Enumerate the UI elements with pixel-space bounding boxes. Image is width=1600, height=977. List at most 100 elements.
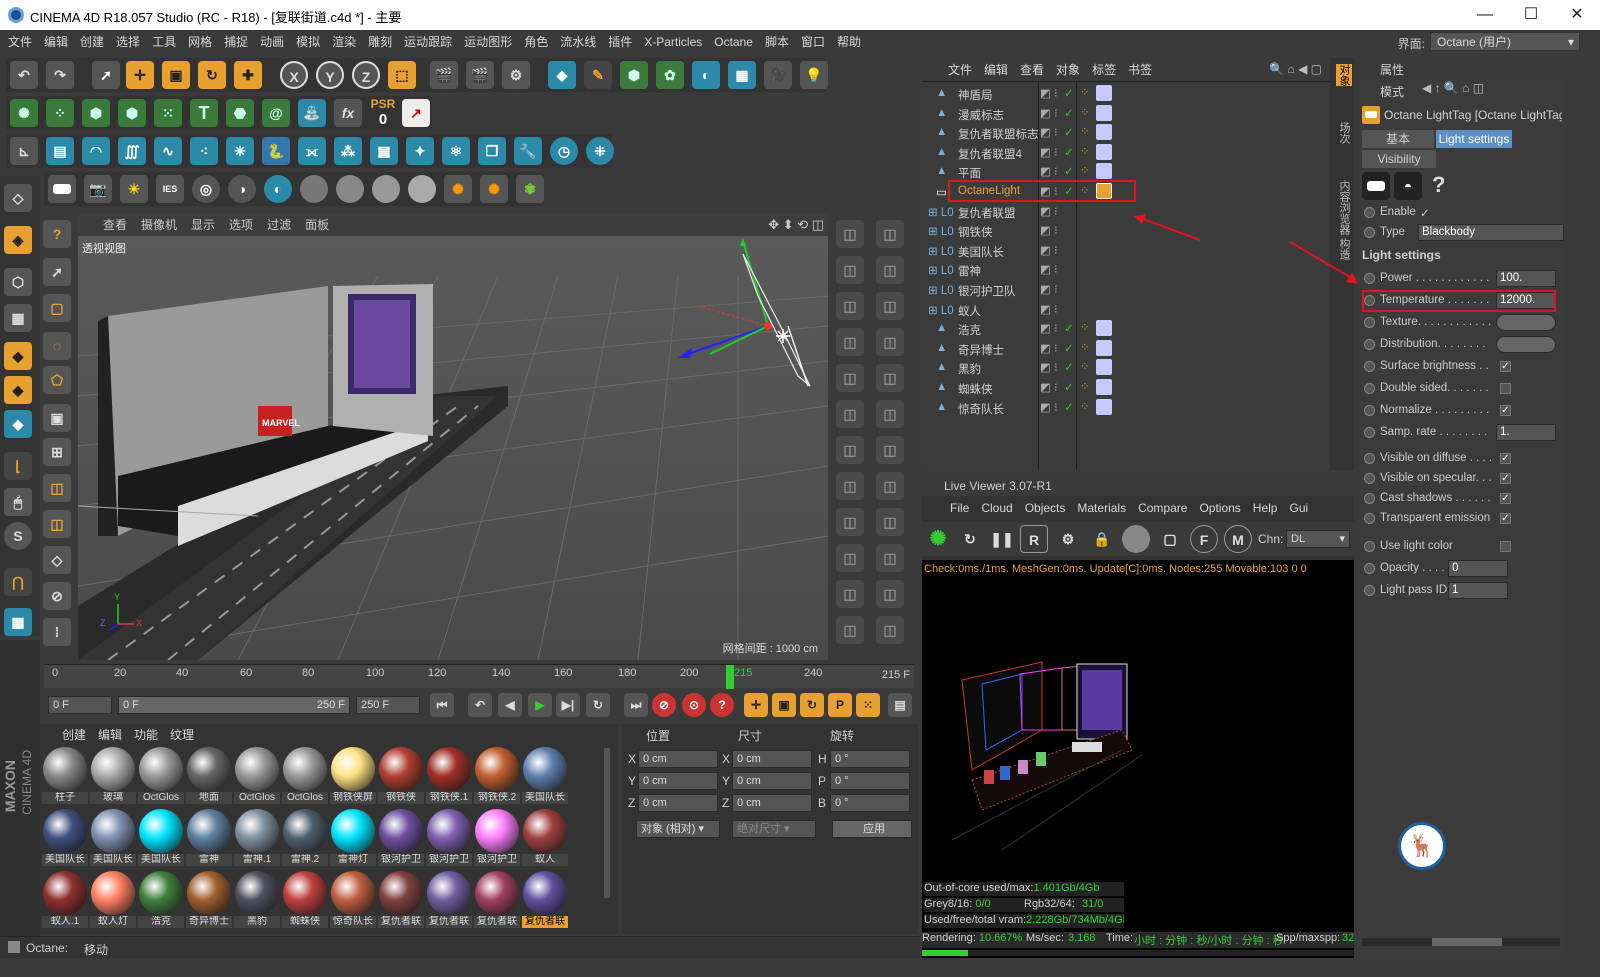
boxes-icon[interactable]: ❒ xyxy=(478,137,506,165)
keyframe-radio-icon[interactable] xyxy=(1364,541,1375,552)
keyframe-radio-icon[interactable] xyxy=(1364,427,1375,438)
x-axis-lock-icon[interactable]: X xyxy=(280,61,308,89)
end-frame-field[interactable]: 250 F xyxy=(356,696,420,714)
octane-halfsphere-icon[interactable]: ◑ xyxy=(228,175,256,203)
tab-basic[interactable]: 基本 xyxy=(1362,130,1434,148)
menu-item[interactable]: 渲染 xyxy=(326,30,362,54)
visibility-toggle-icon[interactable]: ◩ ⁝ xyxy=(1040,262,1058,276)
position-field[interactable]: 0 cm xyxy=(638,750,718,768)
scale-icon[interactable]: ▣ xyxy=(162,61,190,89)
skinner-icon[interactable]: ⬣ xyxy=(226,99,254,127)
enabled-check-icon[interactable]: ✓ xyxy=(1064,164,1074,178)
start-frame-field[interactable]: 0 F xyxy=(48,696,112,714)
generator-icon[interactable]: ⬢ xyxy=(118,99,146,127)
spline-icon[interactable]: ∿ xyxy=(154,137,182,165)
material-swatch[interactable]: 美国队长 xyxy=(138,808,184,866)
render-picture-viewer-icon[interactable]: 🎬 xyxy=(466,61,494,89)
live-viewer-menu-item[interactable]: Objects xyxy=(1019,500,1072,516)
paint-icon[interactable]: ◫ xyxy=(876,220,904,248)
material-scrollbar[interactable] xyxy=(604,748,610,898)
channel-dropdown[interactable]: DL ▾ xyxy=(1286,530,1350,548)
select-arrow-icon[interactable]: ➚ xyxy=(92,61,120,89)
viewport-menu-item[interactable]: 过滤 xyxy=(260,214,298,236)
molecule-icon[interactable]: ⚛ xyxy=(442,137,470,165)
material-menu-item[interactable]: 创建 xyxy=(56,726,92,744)
rotate-icon[interactable]: ↻ xyxy=(198,61,226,89)
viewport-menu-item[interactable]: 查看 xyxy=(96,214,134,236)
menu-item[interactable]: 插件 xyxy=(602,30,638,54)
spotlight-icon[interactable]: ✦ xyxy=(406,137,434,165)
material-swatch[interactable]: 雷神.1 xyxy=(234,808,280,866)
material-swatch[interactable]: 奇异博士 xyxy=(186,870,232,928)
tool-y-icon[interactable]: ◫ xyxy=(876,616,904,644)
material-swatch[interactable]: 雷神灯 xyxy=(330,808,376,866)
attr-nav-icons[interactable]: ◀ ↑ 🔍 ⌂ ◫ xyxy=(1422,81,1484,95)
keyframe-radio-icon[interactable] xyxy=(1364,563,1375,574)
goto-end-icon[interactable]: ⏭ xyxy=(624,693,648,717)
material-pick-icon[interactable]: M xyxy=(1224,525,1252,553)
size-field[interactable]: 0 cm xyxy=(732,750,812,768)
octane-ies-light-icon[interactable]: IES xyxy=(156,175,184,203)
object-search-icon[interactable]: 🔍 ⌂ ◀ ▢ xyxy=(1269,62,1322,76)
sculpt-icon[interactable]: ◫ xyxy=(876,400,904,428)
attribute-checkbox[interactable] xyxy=(1500,383,1511,394)
material-tag-icon[interactable]: ⁘ xyxy=(1080,359,1090,373)
attribute-checkbox[interactable]: ✓ xyxy=(1500,405,1511,416)
live-viewer-menu-item[interactable]: Compare xyxy=(1132,500,1193,516)
texture-tag-icon[interactable] xyxy=(1096,320,1112,337)
camera-icon[interactable]: 🎥 xyxy=(764,61,792,89)
bridge-icon[interactable]: ◇ xyxy=(43,546,71,574)
visibility-toggle-icon[interactable]: ◩ ⁝ xyxy=(1040,282,1058,296)
viewport-menu-item[interactable]: 选项 xyxy=(222,214,260,236)
texture-tag-icon[interactable] xyxy=(1096,398,1112,415)
menu-item[interactable]: 雕刻 xyxy=(362,30,398,54)
keyframe-radio-icon[interactable] xyxy=(1364,453,1375,464)
keyframe-icon[interactable]: ? xyxy=(710,693,734,717)
enabled-check-icon[interactable]: ✓ xyxy=(1064,106,1074,120)
menu-item[interactable]: 选择 xyxy=(110,30,146,54)
redo-icon[interactable]: ↷ xyxy=(46,61,74,89)
visibility-toggle-icon[interactable]: ◩ ⁝ xyxy=(1040,380,1058,394)
close-button[interactable]: ✕ xyxy=(1554,0,1600,30)
keyframe-radio-icon[interactable] xyxy=(1364,493,1375,504)
texture-tag-icon[interactable] xyxy=(1096,104,1112,121)
prev-frame-icon[interactable]: ◀ xyxy=(498,693,522,717)
focus-pick-icon[interactable]: F xyxy=(1190,525,1218,553)
render-view-icon[interactable]: 🎬 xyxy=(430,61,458,89)
polygons-mode-icon[interactable]: ◆ xyxy=(4,410,32,438)
material-menu-item[interactable]: 编辑 xyxy=(92,726,128,744)
timeline-window-icon[interactable]: ▤ xyxy=(888,693,912,717)
attribute-checkbox[interactable]: ✓ xyxy=(1500,513,1511,524)
live-viewer-menu-item[interactable]: Materials xyxy=(1071,500,1132,516)
enabled-check-icon[interactable]: ✓ xyxy=(1064,86,1074,100)
xp-menu-icon[interactable]: ↗ xyxy=(402,99,430,127)
menu-item[interactable]: 编辑 xyxy=(38,30,74,54)
enabled-check-icon[interactable]: ✓ xyxy=(1064,400,1074,414)
material-swatch[interactable]: 复仇者联 xyxy=(426,870,472,928)
sprite-icon[interactable]: ⛲ xyxy=(298,99,326,127)
cube3-icon[interactable]: ◫ xyxy=(836,400,864,428)
visibility-toggle-icon[interactable]: ◩ ⁝ xyxy=(1040,400,1058,414)
type-dropdown[interactable]: Blackbody xyxy=(1418,224,1564,241)
texture-tag-icon[interactable] xyxy=(1096,163,1112,180)
extrude-icon[interactable]: ◫ xyxy=(43,474,71,502)
points-mode-icon[interactable]: ◆ xyxy=(4,342,32,370)
material-swatch[interactable]: 钢铁侠.2 xyxy=(474,746,520,804)
clock-icon[interactable]: ◷ xyxy=(550,137,578,165)
visibility-toggle-icon[interactable]: ◩ ⁝ xyxy=(1040,106,1058,120)
param-key-icon[interactable]: P xyxy=(828,693,852,717)
enabled-check-icon[interactable]: ✓ xyxy=(1064,321,1074,335)
restart-icon[interactable]: ↻ xyxy=(956,525,984,553)
material-swatch[interactable]: 雷神 xyxy=(186,808,232,866)
visibility-toggle-icon[interactable]: ◩ ⁝ xyxy=(1040,321,1058,335)
enabled-check-icon[interactable]: ✓ xyxy=(1064,145,1074,159)
keyframe-radio-icon[interactable] xyxy=(1364,405,1375,416)
object-row[interactable]: ▲ 蜘蛛侠 ◩ ⁝ ✓ ⁘ xyxy=(922,378,1330,397)
help-question-icon[interactable]: ? xyxy=(1432,172,1445,198)
scale-key-icon[interactable]: ▣ xyxy=(772,693,796,717)
edges-mode-icon[interactable]: ◆ xyxy=(4,376,32,404)
visibility-toggle-icon[interactable]: ◩ ⁝ xyxy=(1040,302,1058,316)
grid2-icon[interactable]: ◫ xyxy=(876,292,904,320)
menu-item[interactable]: 工具 xyxy=(146,30,182,54)
menu-item[interactable]: X-Particles xyxy=(638,30,708,54)
